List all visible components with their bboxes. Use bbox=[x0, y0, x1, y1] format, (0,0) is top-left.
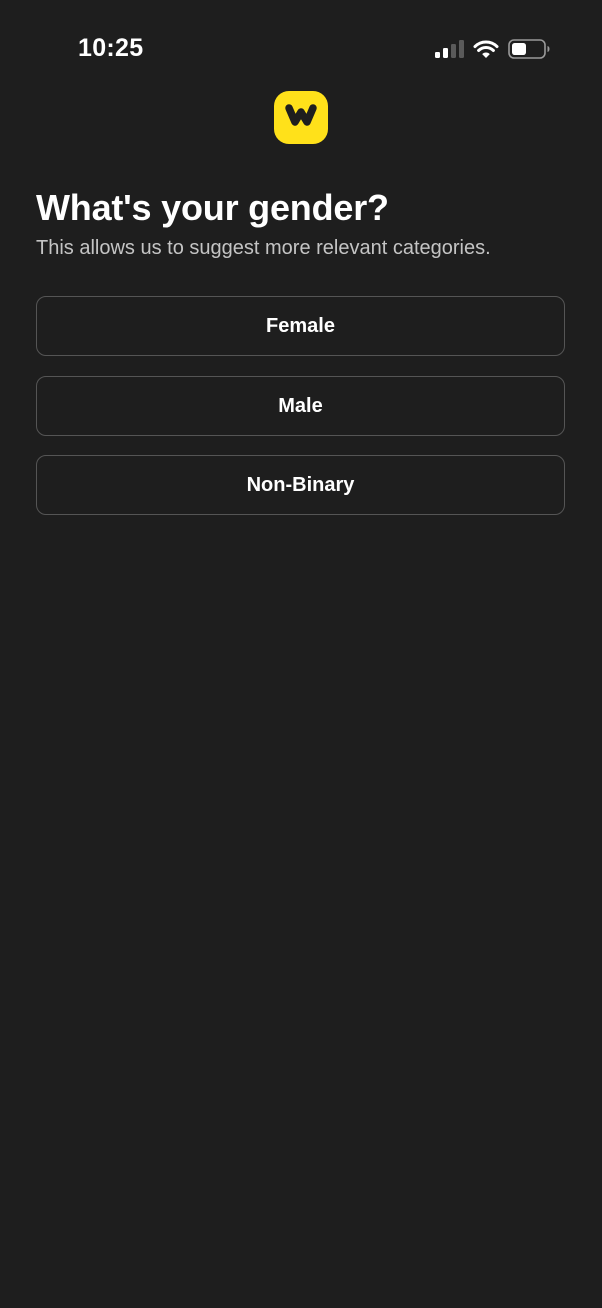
w-logo-icon bbox=[281, 100, 321, 135]
female-option-button[interactable]: Female bbox=[36, 296, 565, 356]
app-logo bbox=[274, 91, 328, 144]
page-title: What's your gender? bbox=[36, 187, 389, 228]
status-icons bbox=[434, 37, 550, 61]
cellular-signal-icon bbox=[434, 39, 464, 59]
status-time: 10:25 bbox=[78, 34, 144, 62]
non-binary-option-button[interactable]: Non-Binary bbox=[36, 455, 565, 515]
status-bar: 10:25 bbox=[0, 0, 602, 90]
wifi-icon bbox=[473, 39, 499, 59]
page-subtitle: This allows us to suggest more relevant … bbox=[36, 237, 491, 259]
battery-icon bbox=[508, 38, 550, 60]
male-option-button[interactable]: Male bbox=[36, 376, 565, 436]
